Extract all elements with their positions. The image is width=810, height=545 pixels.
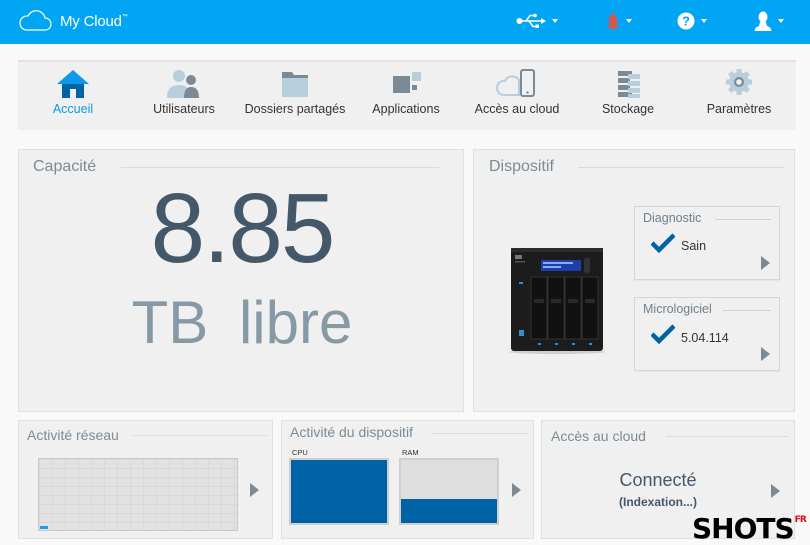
panel-title: Activité du dispositif <box>290 424 413 440</box>
svg-text:?: ? <box>682 14 690 29</box>
app-name: My Cloud™ <box>60 12 128 30</box>
nav-label: Dossiers partagés <box>244 102 346 116</box>
title-divider <box>715 219 771 220</box>
arrow-right-icon[interactable] <box>512 483 521 497</box>
top-bar: My Cloud™ ? <box>0 0 810 44</box>
cpu-meter <box>289 458 389 525</box>
cpu-label: CPU <box>292 448 308 457</box>
panel-title: Dispositif <box>489 158 554 175</box>
diagnostic-value: Sain <box>681 239 707 253</box>
home-icon <box>57 70 89 98</box>
alerts-menu[interactable] <box>606 10 632 32</box>
nav-item-dossiers-partages[interactable]: Dossiers partagés <box>240 62 350 130</box>
device-activity-panel[interactable]: Activité du dispositif CPU RAM <box>281 420 534 539</box>
help-icon: ? <box>677 12 695 30</box>
ram-meter-fill <box>401 499 497 523</box>
nav-item-stockage[interactable]: Stockage <box>573 62 683 130</box>
logo[interactable]: My Cloud™ <box>18 10 128 32</box>
title-divider <box>121 167 439 168</box>
panel-title: Activité réseau <box>27 427 119 443</box>
nav-label: Paramètres <box>706 102 772 116</box>
arrow-right-icon[interactable] <box>761 347 770 361</box>
capacity-unit: TB libre <box>131 289 353 356</box>
ram-meter <box>399 458 499 525</box>
cloud-status: Connecté <box>619 470 697 490</box>
apps-icon <box>393 72 421 93</box>
nav-label: Stockage <box>601 102 655 116</box>
capacity-panel[interactable]: Capacité 8.85 TB libre <box>18 149 464 412</box>
capacity-value: 8.85 <box>150 173 336 283</box>
network-activity-panel[interactable]: Activité réseau <box>18 420 273 539</box>
watermark: SHOTSFR <box>692 512 807 545</box>
main-nav: Accueil Utilisateurs Dossiers partagés A… <box>18 60 796 130</box>
nas-device-image <box>509 248 605 354</box>
storage-icon <box>618 71 640 98</box>
nav-item-utilisateurs[interactable]: Utilisateurs <box>129 62 239 130</box>
help-menu[interactable]: ? <box>677 10 707 32</box>
nav-label: Utilisateurs <box>153 102 215 116</box>
checkmark-icon <box>651 233 675 253</box>
arrow-right-icon[interactable] <box>771 484 780 498</box>
firmware-title: Micrologiciel <box>643 302 712 316</box>
checkmark-icon <box>651 324 675 344</box>
chevron-down-icon <box>552 19 558 23</box>
title-divider <box>666 436 788 437</box>
nav-label: Accueil <box>52 102 94 116</box>
arrow-right-icon[interactable] <box>761 256 770 270</box>
cpu-meter-fill <box>291 460 387 523</box>
diagnostic-card[interactable]: Diagnostic Sain <box>634 206 780 280</box>
panel-title: Accès au cloud <box>551 428 646 444</box>
title-divider <box>578 167 785 168</box>
network-graph <box>38 458 238 531</box>
diagnostic-title: Diagnostic <box>643 211 702 225</box>
nav-item-parametres[interactable]: Paramètres <box>684 62 794 130</box>
nav-item-accueil[interactable]: Accueil <box>18 62 128 130</box>
title-divider <box>133 435 267 436</box>
device-panel: Dispositif Diagnostic Sain Micrologiciel… <box>473 149 795 412</box>
chevron-down-icon <box>701 19 707 23</box>
usb-menu[interactable] <box>516 10 558 32</box>
usb-icon <box>516 13 546 28</box>
cloud-device-icon <box>495 69 535 97</box>
nav-item-acces-cloud[interactable]: Accès au cloud <box>462 62 572 130</box>
chevron-down-icon <box>778 19 784 23</box>
title-divider <box>432 433 528 434</box>
chevron-down-icon <box>626 19 632 23</box>
folder-icon <box>282 72 308 97</box>
user-icon <box>754 11 772 31</box>
firmware-card[interactable]: Micrologiciel 5.04.114 <box>634 297 780 371</box>
alert-bell-icon <box>607 12 619 30</box>
nav-item-applications[interactable]: Applications <box>351 62 461 130</box>
network-activity-bar <box>40 526 48 529</box>
user-menu[interactable] <box>754 10 784 32</box>
gear-icon <box>726 69 752 95</box>
firmware-value: 5.04.114 <box>681 331 729 345</box>
title-divider <box>723 310 771 311</box>
nav-label: Accès au cloud <box>474 102 560 116</box>
nav-label: Applications <box>372 102 440 116</box>
users-icon <box>167 70 199 98</box>
cloud-logo-icon <box>19 10 52 31</box>
ram-label: RAM <box>402 448 419 457</box>
arrow-right-icon[interactable] <box>250 483 259 497</box>
